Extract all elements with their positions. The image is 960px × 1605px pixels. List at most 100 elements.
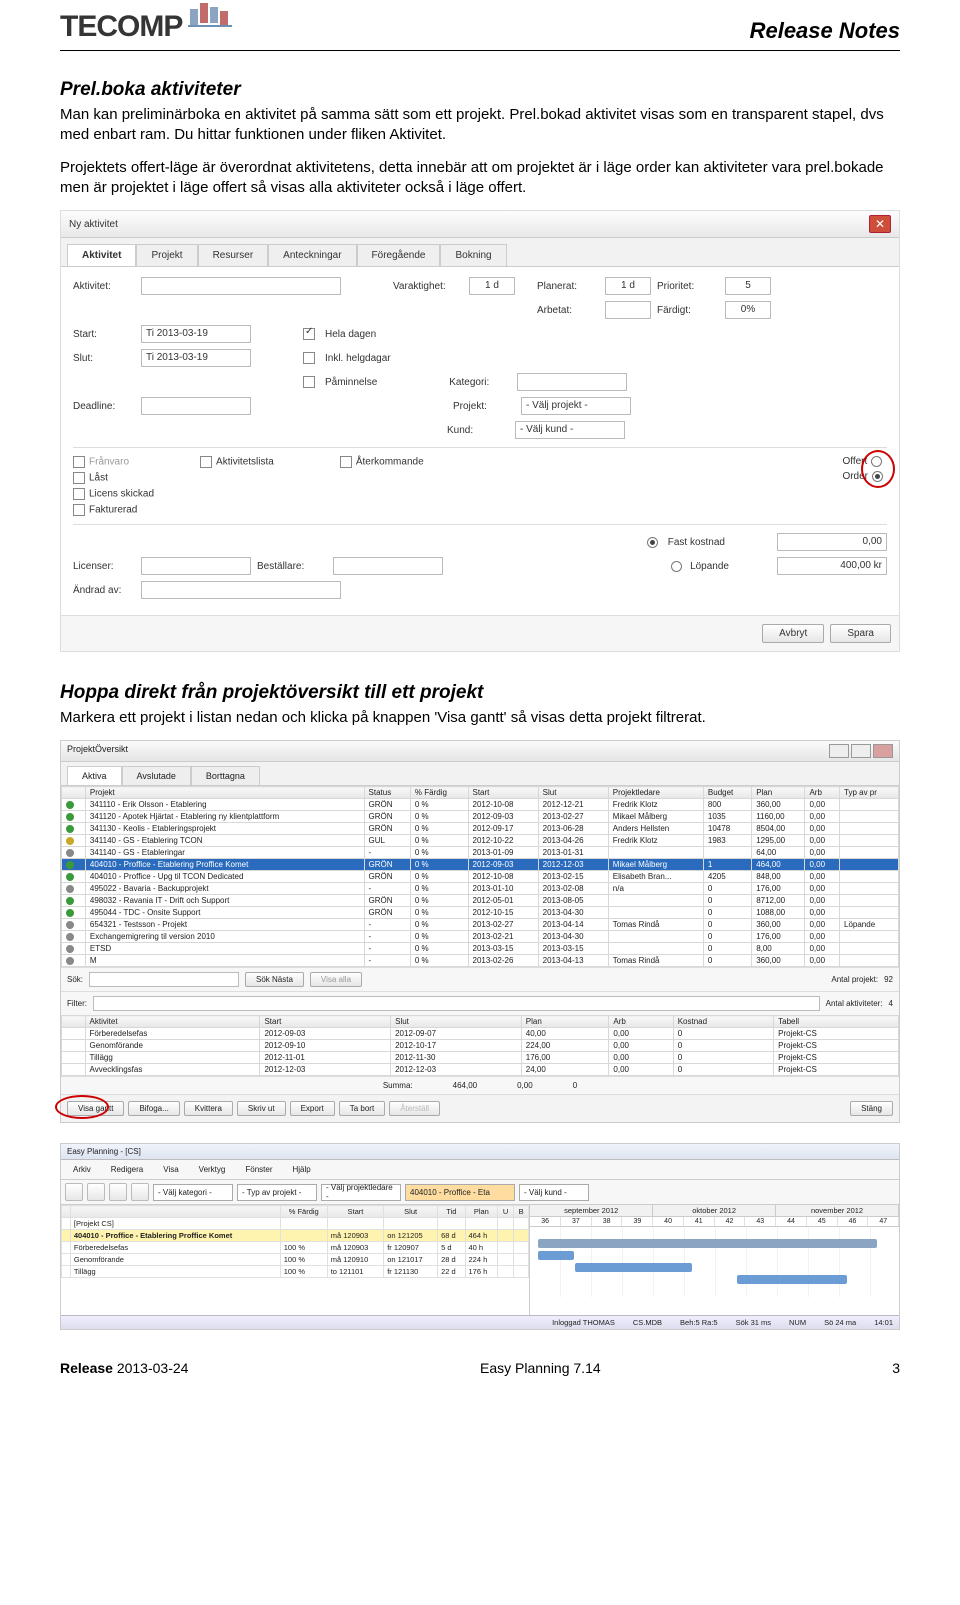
table-row[interactable]: 495022 - Bavaria - Backupprojekt-0 %2013… bbox=[62, 883, 899, 895]
overview-tab[interactable]: Avslutade bbox=[122, 766, 191, 785]
overview-button[interactable]: Kvittera bbox=[184, 1101, 233, 1116]
table-row[interactable]: ETSD-0 %2013-03-152013-03-1508,000,00 bbox=[62, 943, 899, 955]
lbl-planerat: Planerat: bbox=[537, 281, 599, 292]
table-row[interactable]: 498032 - Ravania IT - Drift och SupportG… bbox=[62, 895, 899, 907]
avbryt-button[interactable]: Avbryt bbox=[762, 624, 824, 643]
table-row[interactable]: 404010 - Proffice - Etablering Proffice … bbox=[62, 859, 899, 871]
overview-tab[interactable]: Borttagna bbox=[191, 766, 260, 785]
overview-button[interactable]: Ta bort bbox=[339, 1101, 385, 1116]
table-row[interactable]: Tillägg2012-11-012012-11-30176,000,000Pr… bbox=[62, 1052, 899, 1064]
table-row[interactable]: Avvecklingsfas2012-12-032012-12-0324,000… bbox=[62, 1064, 899, 1076]
sel-projektledare[interactable]: - Välj projektledare - bbox=[321, 1184, 401, 1201]
input-deadline[interactable] bbox=[141, 397, 251, 415]
input-varaktighet[interactable]: 1 d bbox=[469, 277, 515, 295]
sok-nasta-button[interactable]: Sök Nästa bbox=[245, 972, 304, 987]
select-kund[interactable]: - Välj kund - bbox=[515, 421, 625, 439]
overview-button[interactable]: Export bbox=[290, 1101, 335, 1116]
table-row[interactable]: Genomförande2012-09-102012-10-17224,000,… bbox=[62, 1040, 899, 1052]
input-fardigt[interactable]: 0% bbox=[725, 301, 771, 319]
radio-offert[interactable] bbox=[871, 456, 882, 467]
table-row[interactable]: Genomförande100 %må 120910on 12101728 d2… bbox=[62, 1254, 529, 1266]
table-row[interactable]: Exchangemigrering til version 2010-0 %20… bbox=[62, 931, 899, 943]
chk-fakturerad[interactable] bbox=[73, 504, 85, 516]
spara-button[interactable]: Spara bbox=[830, 624, 891, 643]
table-row[interactable]: Förberedelsefas100 %må 120903fr 1209075 … bbox=[62, 1242, 529, 1254]
overview-button[interactable]: Bifoga... bbox=[128, 1101, 179, 1116]
project-table[interactable]: ProjektStatus% FärdigStartSlutProjektled… bbox=[61, 786, 899, 967]
dialog-tab[interactable]: Aktivitet bbox=[67, 244, 136, 266]
table-row[interactable]: 654321 - Testsson - Projekt-0 %2013-02-2… bbox=[62, 919, 899, 931]
input-start[interactable]: Ti 2013-03-19 bbox=[141, 325, 251, 343]
input-aktivitet[interactable] bbox=[141, 277, 341, 295]
overview-tab[interactable]: Aktiva bbox=[67, 766, 122, 785]
menu-item[interactable]: Hjälp bbox=[284, 1163, 318, 1176]
dialog-tab[interactable]: Föregående bbox=[357, 244, 441, 266]
radio-lopande[interactable] bbox=[671, 561, 682, 572]
stang-button[interactable]: Stäng bbox=[850, 1101, 893, 1116]
overview-button[interactable]: Skriv ut bbox=[237, 1101, 286, 1116]
table-row[interactable]: [Projekt CS] bbox=[62, 1218, 529, 1230]
table-row[interactable]: 341110 - Erik Olsson - EtableringGRÖN0 %… bbox=[62, 799, 899, 811]
lbl-franvaro: Frånvaro bbox=[89, 457, 129, 468]
chk-franvaro[interactable] bbox=[73, 456, 85, 468]
visa-alla-button[interactable]: Visa alla bbox=[310, 972, 362, 987]
gantt-left-table[interactable]: % FärdigStartSlutTidPlanUB[Projekt CS]40… bbox=[61, 1205, 529, 1278]
table-row[interactable]: 341140 - GS - Etablering TCONGUL0 %2012-… bbox=[62, 835, 899, 847]
input-kategori[interactable] bbox=[517, 373, 627, 391]
menu-item[interactable]: Redigera bbox=[103, 1163, 151, 1176]
chk-last[interactable] bbox=[73, 472, 85, 484]
sel-kategori[interactable]: - Välj kategori - bbox=[153, 1184, 233, 1201]
select-projekt[interactable]: - Välj projekt - bbox=[521, 397, 631, 415]
dialog-tab[interactable]: Resurser bbox=[198, 244, 269, 266]
input-licenser[interactable] bbox=[141, 557, 251, 575]
table-row[interactable]: M-0 %2013-02-262013-04-13Tomas Rindå0360… bbox=[62, 955, 899, 967]
table-row[interactable]: 341130 - Keolis - EtableringsprojektGRÖN… bbox=[62, 823, 899, 835]
maximize-icon[interactable] bbox=[851, 744, 871, 758]
input-sok[interactable] bbox=[89, 972, 239, 987]
radio-fastkostnad[interactable] bbox=[647, 537, 658, 548]
sel-kund[interactable]: - Välj kund - bbox=[519, 1184, 589, 1201]
toolbar-btn[interactable] bbox=[109, 1183, 127, 1201]
table-row[interactable]: 495044 - TDC - Onsite SupportGRÖN0 %2012… bbox=[62, 907, 899, 919]
menu-item[interactable]: Fönster bbox=[237, 1163, 280, 1176]
sel-typ[interactable]: - Typ av projekt - bbox=[237, 1184, 317, 1201]
dialog-tab[interactable]: Bokning bbox=[440, 244, 506, 266]
chk-inkl[interactable] bbox=[303, 352, 315, 364]
dialog-tab[interactable]: Projekt bbox=[136, 244, 197, 266]
chk-heladagen[interactable] bbox=[303, 328, 315, 340]
menu-item[interactable]: Verktyg bbox=[191, 1163, 234, 1176]
footer-date: 2013-03-24 bbox=[117, 1360, 189, 1376]
input-arbetat[interactable] bbox=[605, 301, 651, 319]
table-row[interactable]: 404010 - Proffice - Upg til TCON Dedicat… bbox=[62, 871, 899, 883]
input-slut[interactable]: Ti 2013-03-19 bbox=[141, 349, 251, 367]
chk-paminnelse[interactable] bbox=[303, 376, 315, 388]
dialog-tab[interactable]: Anteckningar bbox=[268, 244, 356, 266]
table-row[interactable]: 341120 - Apotek Hjärtat - Etablering ny … bbox=[62, 811, 899, 823]
toolbar-btn[interactable] bbox=[87, 1183, 105, 1201]
input-lopande[interactable]: 400,00 kr bbox=[777, 557, 887, 575]
chk-licens[interactable] bbox=[73, 488, 85, 500]
radio-order[interactable] bbox=[872, 471, 883, 482]
overview-button[interactable]: Återställ bbox=[389, 1101, 440, 1116]
input-planerat[interactable]: 1 d bbox=[605, 277, 651, 295]
toolbar-btn[interactable] bbox=[131, 1183, 149, 1201]
table-row[interactable]: Tillägg100 %to 121101fr 12113022 d176 h bbox=[62, 1266, 529, 1278]
activity-table[interactable]: AktivitetStartSlutPlanArbKostnadTabellFö… bbox=[61, 1015, 899, 1076]
chk-aterkommande[interactable] bbox=[340, 456, 352, 468]
minimize-icon[interactable] bbox=[829, 744, 849, 758]
table-row[interactable]: Förberedelsefas2012-09-032012-09-0740,00… bbox=[62, 1028, 899, 1040]
chk-aktivitetslista[interactable] bbox=[200, 456, 212, 468]
input-andrad[interactable] bbox=[141, 581, 341, 599]
input-fastkostnad[interactable]: 0,00 bbox=[777, 533, 887, 551]
sel-projekt[interactable]: 404010 - Proffice - Eta bbox=[405, 1184, 515, 1201]
table-row[interactable]: 404010 - Proffice - Etablering Proffice … bbox=[62, 1230, 529, 1242]
close-icon[interactable]: ✕ bbox=[869, 215, 891, 233]
menu-item[interactable]: Arkiv bbox=[65, 1163, 99, 1176]
close-icon[interactable] bbox=[873, 744, 893, 758]
input-filter[interactable] bbox=[93, 996, 820, 1011]
toolbar-btn[interactable] bbox=[65, 1183, 83, 1201]
table-row[interactable]: 341140 - GS - Etableringar-0 %2013-01-09… bbox=[62, 847, 899, 859]
menu-item[interactable]: Visa bbox=[155, 1163, 186, 1176]
input-bestallare[interactable] bbox=[333, 557, 443, 575]
input-prioritet[interactable]: 5 bbox=[725, 277, 771, 295]
